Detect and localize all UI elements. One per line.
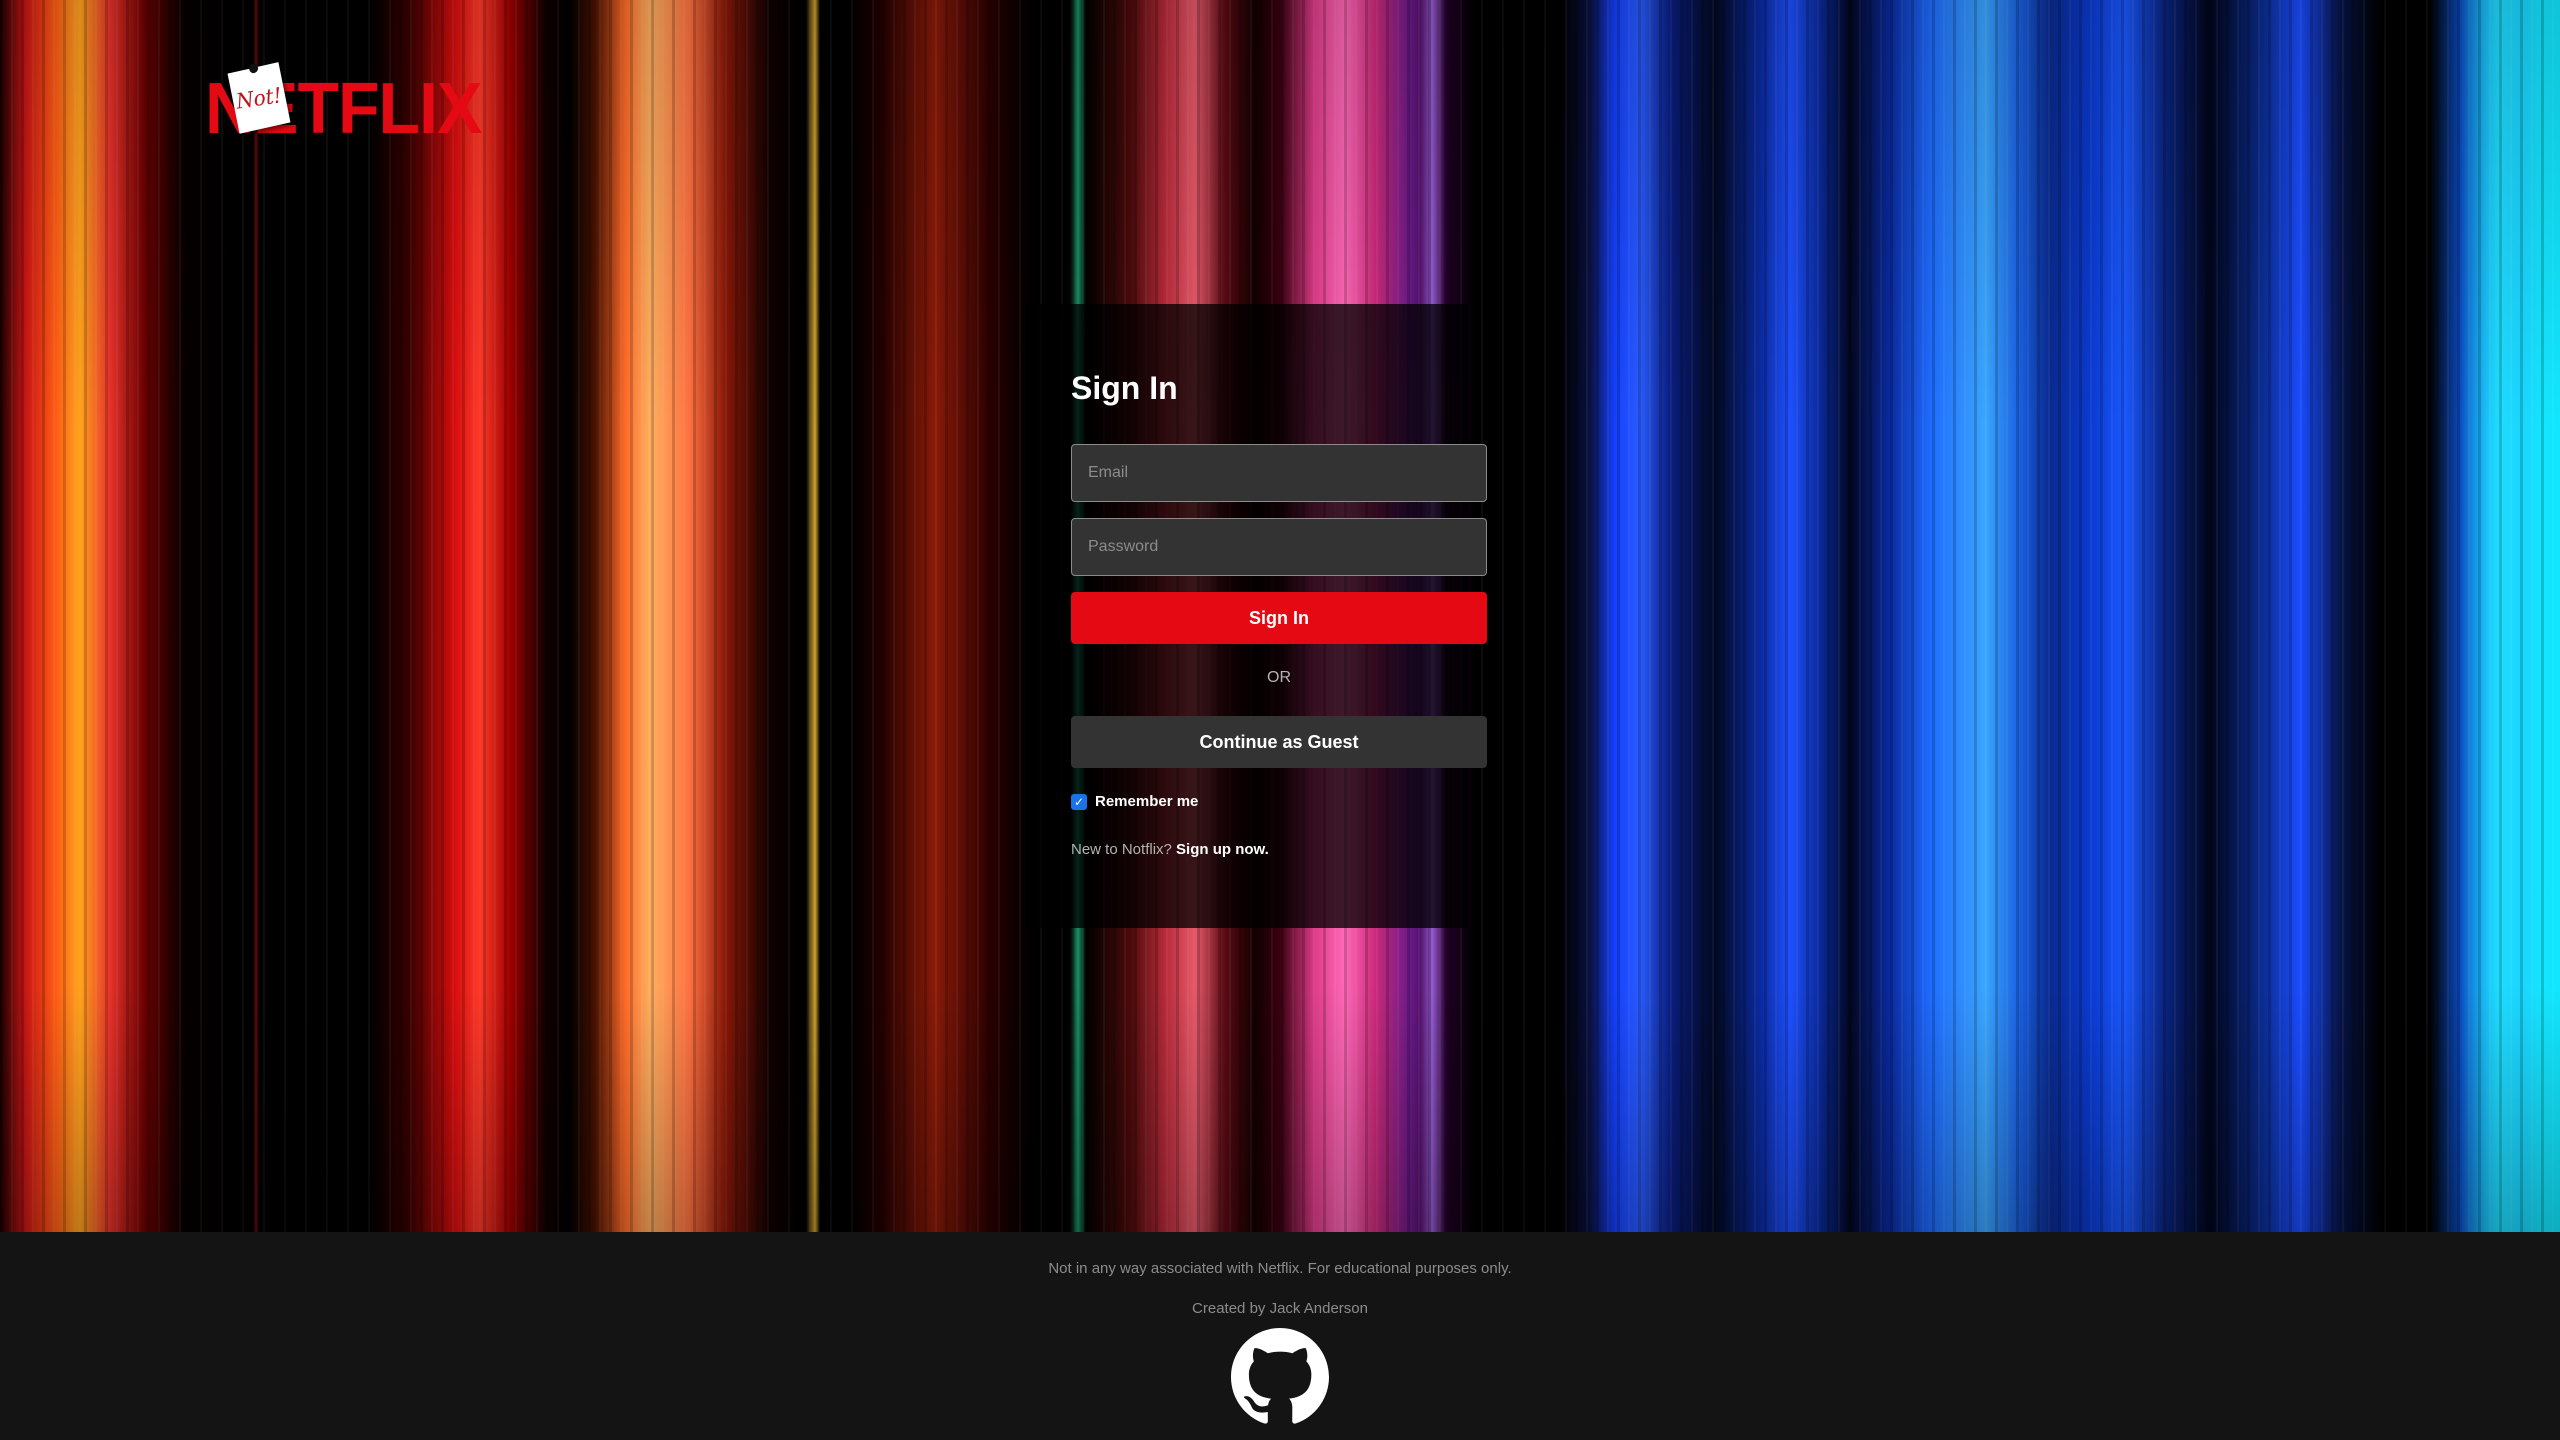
github-icon[interactable] bbox=[1231, 1328, 1329, 1426]
continue-as-guest-button[interactable]: Continue as Guest bbox=[1071, 716, 1487, 768]
sign-in-card: Sign In Sign In OR Continue as Guest ✓ R… bbox=[1026, 304, 1487, 928]
remember-me[interactable]: ✓ Remember me bbox=[1071, 793, 1198, 810]
pin-icon bbox=[248, 62, 259, 74]
remember-me-checkbox[interactable]: ✓ bbox=[1071, 793, 1087, 810]
signup-prompt: New to Notflix? Sign up now. bbox=[1071, 841, 1269, 858]
notflix-logo[interactable]: NETFLIX Not! bbox=[205, 62, 482, 149]
footer: Not in any way associated with Netflix. … bbox=[0, 1232, 2560, 1440]
email-input[interactable] bbox=[1071, 444, 1487, 502]
footer-credit: Created by Jack Anderson bbox=[1192, 1300, 1368, 1317]
sticky-note-text: Not! bbox=[234, 82, 284, 114]
sign-in-button[interactable]: Sign In bbox=[1071, 592, 1487, 644]
or-divider: OR bbox=[1267, 669, 1291, 686]
password-input[interactable] bbox=[1071, 518, 1487, 576]
signup-prompt-text: New to Notflix? bbox=[1071, 841, 1172, 858]
remember-me-label: Remember me bbox=[1095, 793, 1199, 810]
hero-background: NETFLIX Not! Sign In Sign In OR Continue… bbox=[0, 0, 2560, 1232]
footer-disclaimer: Not in any way associated with Netflix. … bbox=[1048, 1260, 1512, 1277]
sign-up-link[interactable]: Sign up now. bbox=[1176, 841, 1269, 858]
sign-in-title: Sign In bbox=[1071, 370, 1178, 406]
